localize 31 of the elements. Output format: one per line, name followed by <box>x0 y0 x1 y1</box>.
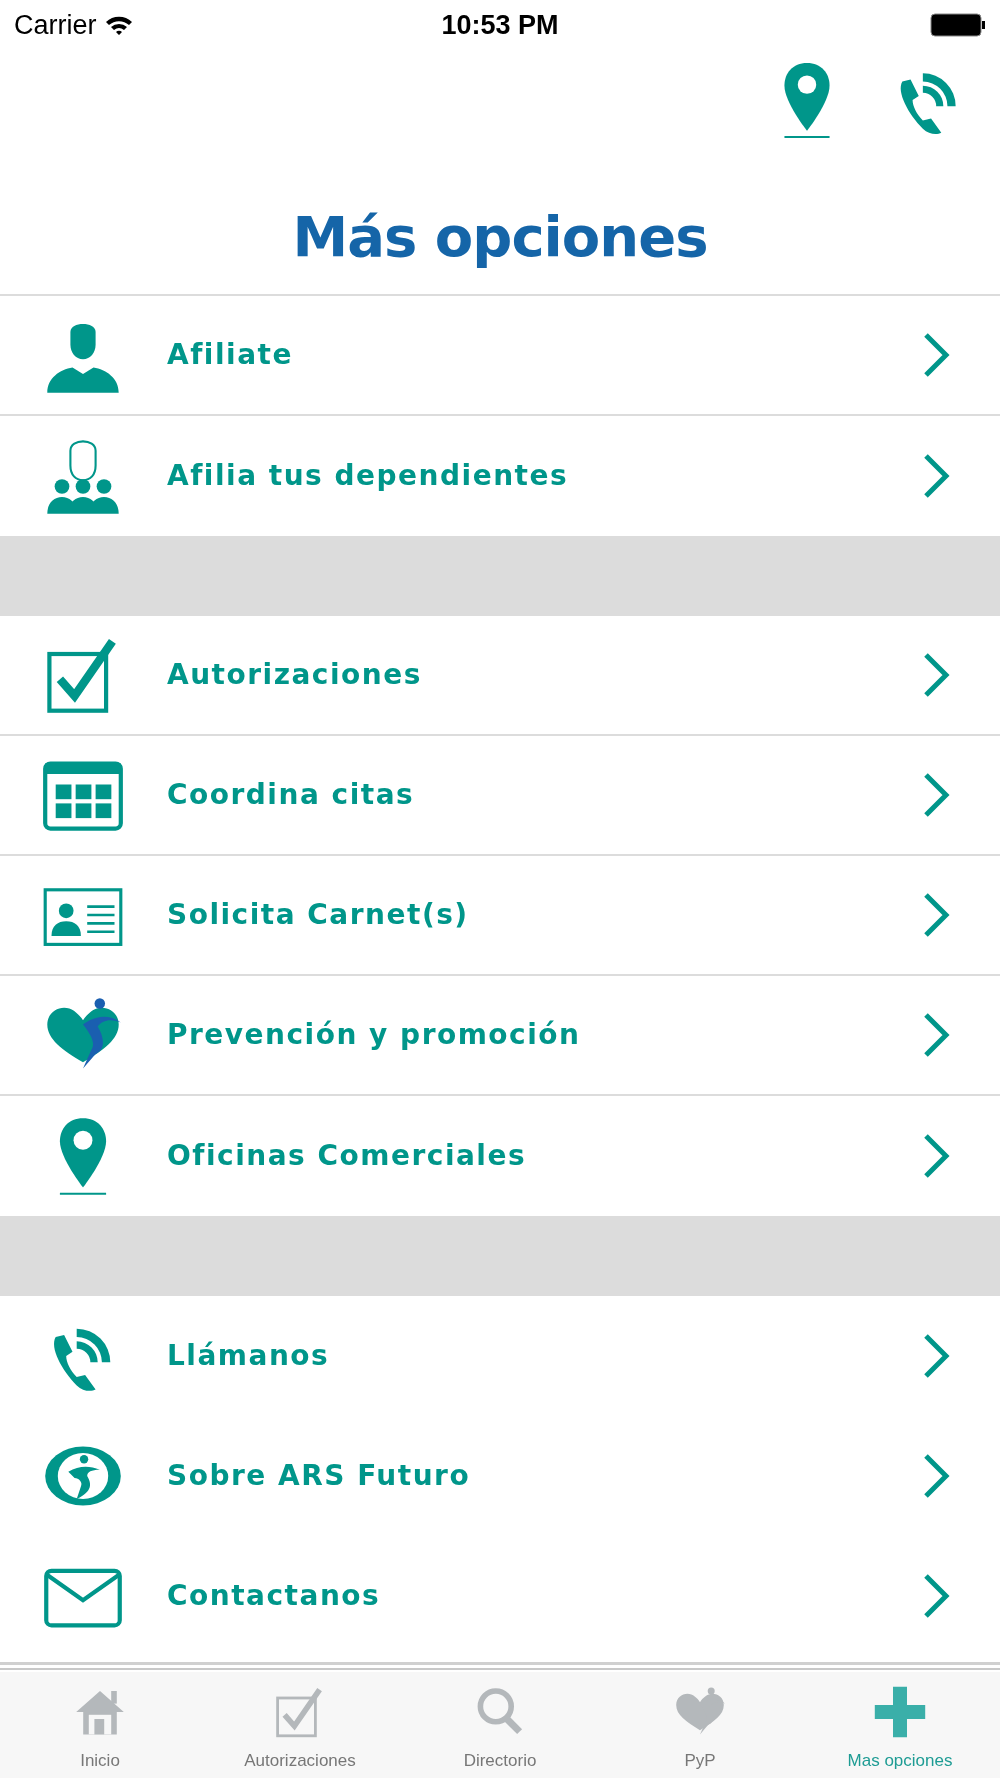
plus-icon <box>872 1684 928 1740</box>
menu-label: Autorizaciones <box>167 657 423 693</box>
menu-label: Llámanos <box>167 1338 331 1374</box>
menu-label: Coordina citas <box>167 777 416 813</box>
battery-icon <box>930 13 986 37</box>
chevron-icon <box>922 452 952 500</box>
menu-label: Afiliate <box>167 337 294 373</box>
chevron-icon <box>922 771 952 819</box>
menu-label: Prevención y promoción <box>167 1017 582 1053</box>
tab-item[interactable]: PyP <box>600 1672 800 1778</box>
chevron-icon <box>922 1452 952 1500</box>
menu-label: Solicita Carnet(s) <box>167 897 470 933</box>
page-title: Más opciones <box>291 203 709 271</box>
chevron-icon <box>922 651 952 699</box>
tab-item[interactable]: Inicio <box>0 1672 200 1778</box>
menu-label: Sobre ARS Futuro <box>167 1458 472 1494</box>
wifi-icon <box>104 14 133 36</box>
chevron-icon <box>922 1011 952 1059</box>
menu-label: Afilia tus dependientes <box>167 458 570 494</box>
chevron-icon <box>922 331 952 379</box>
chevron-icon <box>922 1132 952 1180</box>
status-time: 10:53 PM <box>441 8 559 42</box>
menu-label: Contactanos <box>167 1578 382 1614</box>
menu-label: Oficinas Comerciales <box>167 1138 528 1174</box>
chevron-icon <box>922 1572 952 1620</box>
chevron-icon <box>922 891 952 939</box>
tab-item[interactable]: Directorio <box>400 1672 600 1778</box>
carrier-label: Carrier <box>14 8 97 42</box>
chevron-icon <box>922 1332 952 1380</box>
tab-item[interactable]: Autorizaciones <box>200 1672 400 1778</box>
tab-item[interactable]: Mas opciones <box>800 1672 1000 1778</box>
